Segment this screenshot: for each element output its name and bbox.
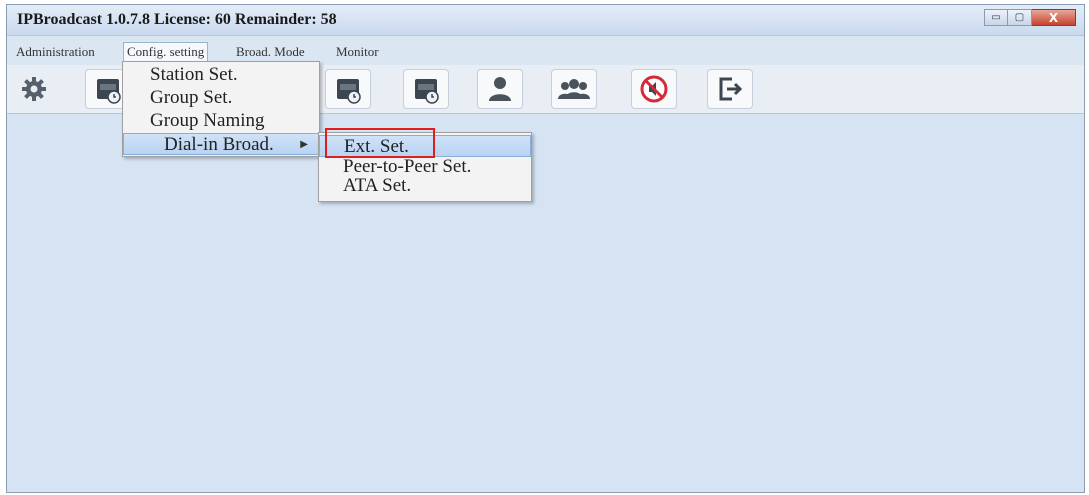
work-area	[7, 114, 1084, 492]
minimize-button[interactable]: ▭	[984, 9, 1008, 26]
month-schedule-button[interactable]	[403, 69, 449, 109]
exit-button[interactable]	[707, 69, 753, 109]
title-bar[interactable]: IPBroadcast 1.0.7.8 License: 60 Remainde…	[7, 5, 1084, 36]
user-icon	[489, 77, 511, 101]
mute-icon	[640, 75, 668, 103]
menu-item-group-set[interactable]: Group Set.	[123, 87, 319, 109]
week-schedule-icon	[337, 79, 361, 104]
group-users-icon	[558, 79, 590, 99]
menu-broad-mode[interactable]: Broad. Mode	[233, 43, 308, 61]
submenu-arrow-icon: ▶	[300, 139, 308, 150]
settings-button[interactable]	[11, 69, 57, 109]
menu-item-group-naming[interactable]: Group Naming	[123, 110, 319, 132]
menu-config-setting[interactable]: Config. setting	[123, 42, 209, 62]
menu-bar: Administration Config. setting Broad. Mo…	[7, 41, 1084, 63]
mute-button[interactable]	[631, 69, 677, 109]
maximize-button[interactable]: ▢	[1008, 9, 1032, 26]
now-schedule-icon	[97, 79, 121, 104]
menu-monitor[interactable]: Monitor	[333, 43, 382, 61]
close-button[interactable]: X	[1032, 9, 1076, 26]
window-controls: ▭ ▢ X	[984, 9, 1076, 26]
submenu-item-ata-set[interactable]: ATA Set.	[319, 175, 531, 197]
gear-icon	[22, 77, 46, 101]
menu-item-dial-in-broad-label: Dial-in Broad.	[164, 134, 274, 155]
week-schedule-button[interactable]	[325, 69, 371, 109]
menu-administration[interactable]: Administration	[13, 43, 98, 61]
group-users-button[interactable]	[551, 69, 597, 109]
menu-item-dial-in-broad[interactable]: Dial-in Broad. ▶	[123, 133, 319, 155]
config-setting-menu: Station Set. Group Set. Group Naming Dia…	[122, 61, 320, 157]
menu-item-station-set[interactable]: Station Set.	[123, 64, 319, 86]
user-button[interactable]	[477, 69, 523, 109]
month-schedule-icon	[415, 79, 439, 104]
highlight-callout-box	[325, 128, 435, 158]
exit-icon	[719, 77, 743, 101]
window-title: IPBroadcast 1.0.7.8 License: 60 Remainde…	[17, 11, 337, 28]
